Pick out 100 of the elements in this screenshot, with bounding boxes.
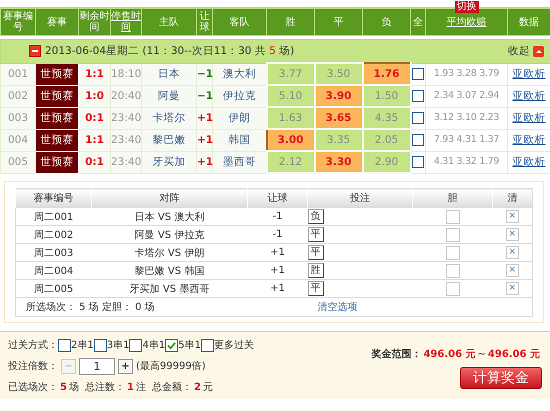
data-link[interactable]: 析 <box>534 112 546 124</box>
data-link[interactable]: 亚 <box>512 134 524 146</box>
average-odds: 1.93 3.28 3.79 <box>426 63 508 85</box>
pick-button[interactable]: 胜 <box>308 263 324 278</box>
column-header: 客队 <box>230 16 250 28</box>
league-label: 世预赛 <box>36 129 78 151</box>
home-team[interactable]: 日本 <box>142 63 196 85</box>
table-cell: 日本 VS 澳大利 <box>92 208 248 226</box>
column-header: 赛事编号 <box>16 188 92 208</box>
clear-button[interactable]: × <box>506 282 519 295</box>
table-cell: 周二002 <box>16 226 92 244</box>
data-link[interactable]: 欧 <box>524 156 534 168</box>
total-value: 5 <box>60 382 67 392</box>
away-team[interactable]: 韩国 <box>212 129 266 151</box>
data-link[interactable]: 亚 <box>512 156 524 168</box>
banker-checkbox[interactable] <box>446 210 460 224</box>
score: 1:1 <box>78 129 110 151</box>
data-link[interactable]: 欧 <box>524 68 534 80</box>
average-odds: 4.31 3.32 1.79 <box>426 151 508 173</box>
column-header: 赛事 <box>47 16 67 28</box>
table-cell: 阿曼 VS 伊拉克 <box>92 226 248 244</box>
stop-time: 18:10 <box>110 63 142 85</box>
collapse-icon[interactable] <box>533 46 544 56</box>
banker-checkbox[interactable] <box>446 228 460 242</box>
column-header-link[interactable]: 平均欧赔 <box>446 16 486 28</box>
score: 1:0 <box>78 85 110 107</box>
away-team[interactable]: 墨西哥 <box>212 151 266 173</box>
total-value: 1 <box>126 382 134 392</box>
data-link[interactable]: 析 <box>534 90 546 102</box>
select-all-checkbox[interactable] <box>412 134 424 146</box>
pass-option-label[interactable]: 更多过关 <box>214 338 254 352</box>
clear-all-link[interactable]: 清空选项 <box>318 302 358 313</box>
match-number: 005 <box>0 151 36 173</box>
data-link[interactable]: 析 <box>534 156 546 168</box>
data-link[interactable]: 欧 <box>524 90 534 102</box>
pass-checkbox[interactable] <box>94 338 107 352</box>
data-link[interactable]: 亚 <box>512 90 524 102</box>
select-all-checkbox[interactable] <box>412 112 424 124</box>
data-link[interactable]: 析 <box>534 68 546 80</box>
multiple-input[interactable]: 1 <box>79 358 115 374</box>
switch-tag[interactable]: 切换 <box>454 0 478 12</box>
total-unit: 场 <box>68 381 79 394</box>
pick-button[interactable]: 平 <box>308 245 324 260</box>
data-link[interactable]: 欧 <box>524 134 534 146</box>
stop-time: 23:40 <box>110 107 142 129</box>
pass-mode-label: 过关方式： <box>8 338 58 352</box>
clear-button[interactable]: × <box>506 210 519 223</box>
column-header: 全 <box>413 16 423 28</box>
plus-button[interactable]: + <box>118 358 133 374</box>
pass-option-label[interactable]: 3串1 <box>106 338 130 352</box>
banker-checkbox[interactable] <box>446 246 460 260</box>
prize-label: 奖金范围： <box>371 348 422 361</box>
select-all-checkbox[interactable] <box>412 68 424 80</box>
score: 0:1 <box>78 107 110 129</box>
league-label: 世预赛 <box>36 107 78 129</box>
league-label: 世预赛 <box>36 85 78 107</box>
clear-button[interactable]: × <box>506 246 519 259</box>
banker-checkbox[interactable] <box>446 264 460 278</box>
column-header: 数据 <box>519 16 539 28</box>
home-team[interactable]: 黎巴嫩 <box>142 129 196 151</box>
multiple-label: 投注倍数： <box>8 360 58 373</box>
away-team[interactable]: 伊朗 <box>212 107 266 129</box>
away-team[interactable]: 伊拉克 <box>212 85 266 107</box>
pick-button[interactable]: 负 <box>308 209 324 224</box>
total-label: 总注数： <box>84 380 125 394</box>
pass-option-label[interactable]: 5串1 <box>178 338 201 352</box>
clear-button[interactable]: × <box>506 264 519 277</box>
collapse-link[interactable]: 收起 <box>508 44 530 58</box>
home-team[interactable]: 牙买加 <box>142 151 196 173</box>
data-link[interactable]: 析 <box>534 134 546 146</box>
pass-option-label[interactable]: 2串1 <box>71 338 94 352</box>
column-header: 投注 <box>308 188 412 208</box>
banker-checkbox[interactable] <box>446 282 460 296</box>
away-team[interactable]: 澳大利 <box>212 63 266 85</box>
pass-checkbox[interactable] <box>129 338 142 352</box>
data-link[interactable]: 亚 <box>512 68 524 80</box>
pass-checkbox[interactable] <box>200 338 214 352</box>
column-header: 平 <box>334 16 344 28</box>
data-link[interactable]: 欧 <box>524 112 534 124</box>
pass-option-label[interactable]: 4串1 <box>142 338 166 352</box>
pick-button[interactable]: 平 <box>308 281 324 296</box>
pick-button[interactable]: 平 <box>308 227 324 242</box>
total-label: 总金额： <box>152 380 192 394</box>
collapse-toggle-icon[interactable] <box>29 45 41 57</box>
column-header: 负 <box>382 16 392 28</box>
total-unit: 注 <box>136 380 146 394</box>
data-link[interactable]: 亚 <box>512 112 524 124</box>
select-all-checkbox[interactable] <box>412 156 424 168</box>
column-header: 对阵 <box>92 188 248 208</box>
clear-button[interactable]: × <box>506 228 519 241</box>
calculate-button[interactable]: 计算奖金 <box>460 367 542 389</box>
prize-separator: ~ <box>478 348 486 360</box>
match-number: 003 <box>0 107 36 129</box>
pass-checkbox[interactable] <box>58 338 71 352</box>
pass-checkbox[interactable] <box>165 338 178 352</box>
home-team[interactable]: 卡塔尔 <box>142 107 196 129</box>
stop-time: 23:40 <box>110 151 142 173</box>
home-team[interactable]: 阿曼 <box>142 85 196 107</box>
average-odds: 2.34 3.07 2.94 <box>426 85 508 107</box>
select-all-checkbox[interactable] <box>412 90 424 102</box>
